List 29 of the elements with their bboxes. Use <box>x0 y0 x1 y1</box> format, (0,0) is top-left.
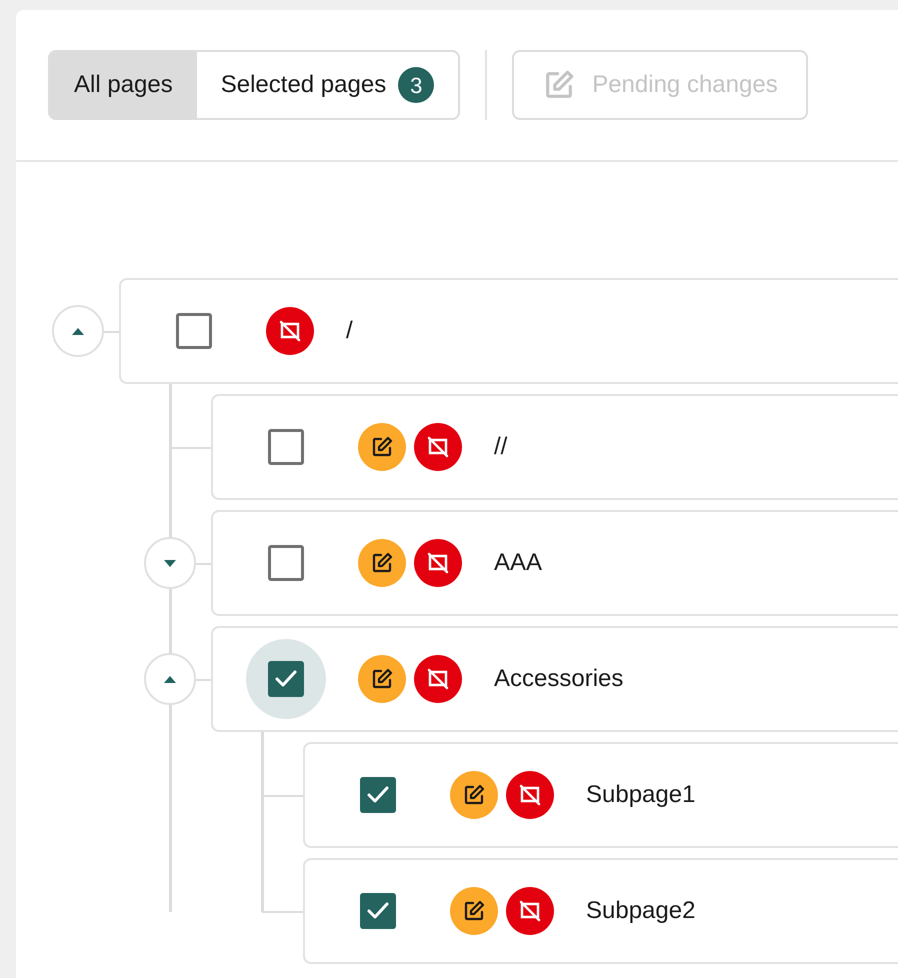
page-title: Accessories <box>494 664 624 694</box>
expand-toggle[interactable] <box>144 537 196 589</box>
checkbox[interactable] <box>268 545 304 581</box>
page-row[interactable]: Subpage2 <box>303 858 898 964</box>
checkmark-icon <box>366 901 390 921</box>
checkbox[interactable] <box>176 313 212 349</box>
caret-icon <box>164 676 176 682</box>
checkbox[interactable] <box>360 893 396 929</box>
page-row[interactable]: AAA <box>211 510 898 616</box>
collapse-toggle[interactable] <box>52 305 104 357</box>
page-row[interactable]: / <box>119 278 898 384</box>
checkmark-icon <box>366 785 390 805</box>
page-title: // <box>494 432 508 462</box>
caret-icon <box>164 560 176 566</box>
page-row[interactable]: // <box>211 394 898 500</box>
checkbox[interactable] <box>268 429 304 465</box>
page-title: Subpage1 <box>586 780 696 810</box>
page-title: Subpage2 <box>586 896 696 926</box>
view-tab[interactable]: All pages <box>50 52 197 118</box>
caret-icon <box>72 328 84 334</box>
checkmark-icon <box>274 669 298 689</box>
checkbox[interactable] <box>360 777 396 813</box>
count-badge: 3 <box>398 67 434 103</box>
page-title: AAA <box>494 548 542 578</box>
page-row[interactable]: Subpage1 <box>303 742 898 848</box>
page-row[interactable]: Accessories <box>211 626 898 732</box>
collapse-toggle[interactable] <box>144 653 196 705</box>
page-title: / <box>346 316 353 346</box>
checkbox[interactable] <box>268 661 304 697</box>
